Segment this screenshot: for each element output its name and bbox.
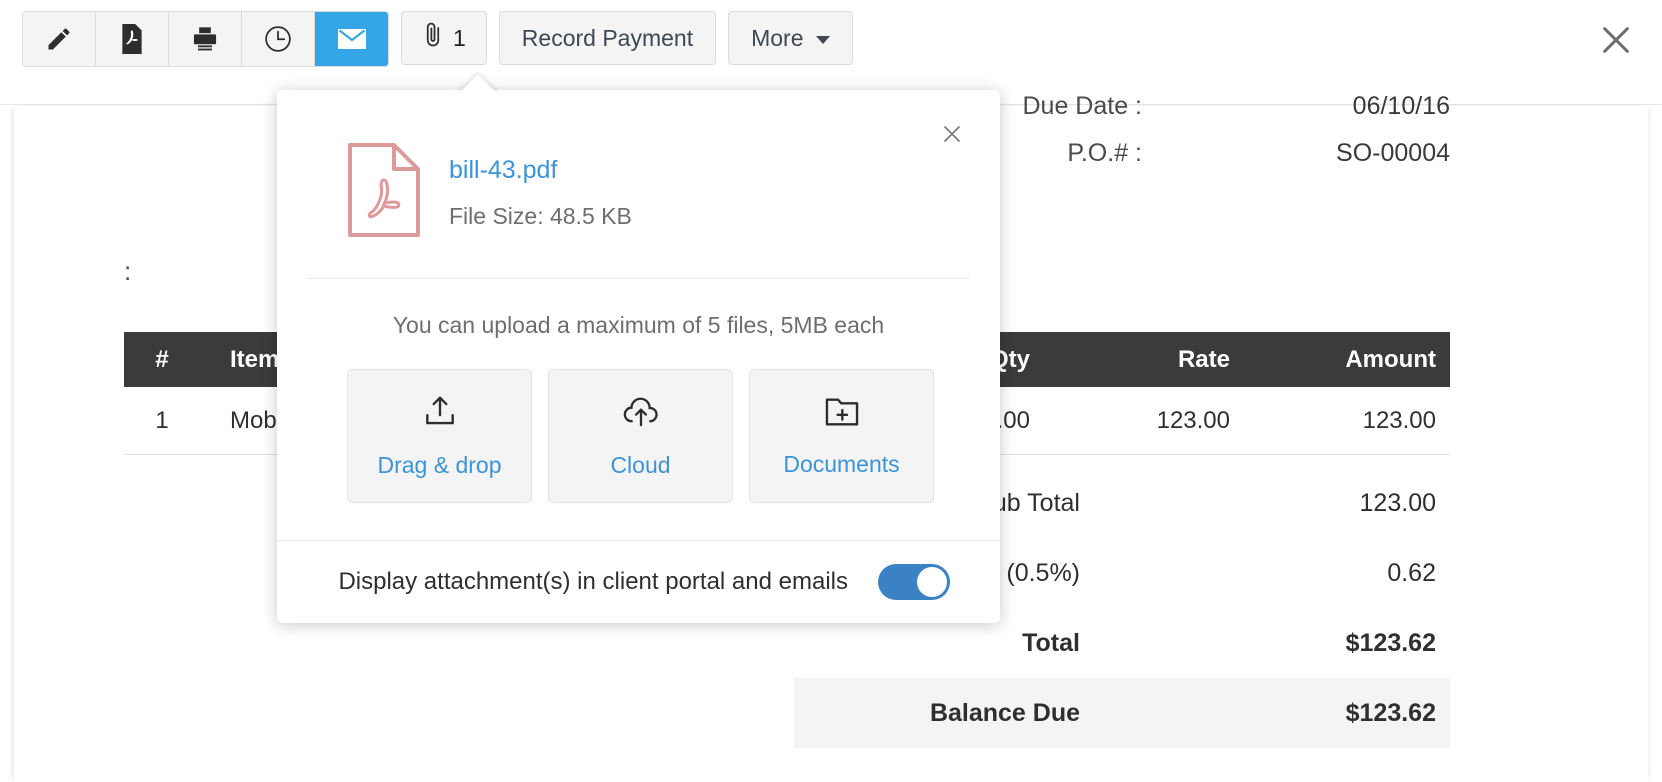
toolbar-icon-group: [22, 11, 389, 67]
totals-row-balance-due: Balance Due $123.62: [794, 678, 1450, 748]
display-attachments-label: Display attachment(s) in client portal a…: [338, 568, 848, 595]
column-header-amount: Amount: [1345, 345, 1436, 373]
pdf-icon: [119, 24, 145, 54]
file-size-label: File Size: 48.5 KB: [449, 203, 632, 229]
chevron-down-icon: [815, 35, 830, 44]
totals-label: Balance Due: [929, 698, 1080, 727]
close-button[interactable]: [1594, 20, 1638, 64]
history-button[interactable]: [242, 12, 315, 66]
cell-number: 1: [155, 406, 169, 434]
totals-label: Total: [1022, 628, 1080, 657]
drag-and-drop-label: Drag & drop: [377, 452, 502, 478]
pdf-file-icon: [347, 142, 421, 243]
meta-value: 06/10/16: [1352, 91, 1450, 120]
record-payment-label: Record Payment: [521, 24, 694, 51]
popover-close-button[interactable]: [936, 120, 968, 152]
totals-value: 0.62: [1387, 558, 1436, 587]
left-meta-colon: :: [124, 256, 132, 286]
toggle-knob: [917, 567, 947, 597]
totals-value: $123.62: [1345, 698, 1436, 727]
attachment-button[interactable]: 1: [401, 11, 487, 65]
print-button[interactable]: [169, 12, 242, 66]
file-meta: bill-43.pdf File Size: 48.5 KB: [449, 142, 632, 230]
popover-footer: Display attachment(s) in client portal a…: [277, 540, 1000, 623]
file-name-link[interactable]: bill-43.pdf: [449, 156, 632, 185]
toolbar-button-groups: 1 Record Payment More: [22, 11, 853, 67]
paperclip-icon: [422, 21, 444, 55]
upload-tray-icon: [421, 393, 459, 436]
cloud-upload-button[interactable]: Cloud: [548, 369, 733, 503]
folder-plus-icon: [823, 394, 861, 435]
upload-options: Drag & drop Cloud Documents: [347, 369, 934, 503]
close-icon: [940, 122, 964, 151]
documents-button[interactable]: Documents: [749, 369, 934, 503]
edit-icon: [45, 25, 73, 53]
more-label: More: [751, 24, 804, 51]
edit-button[interactable]: [23, 12, 96, 66]
pdf-button[interactable]: [96, 12, 169, 66]
record-payment-button[interactable]: Record Payment: [498, 11, 717, 65]
column-header-rate: Rate: [1177, 345, 1230, 373]
cell-amount: 123.00: [1362, 406, 1436, 434]
app-root: 1 Record Payment More : Due Date : 06/10…: [0, 0, 1662, 782]
drag-and-drop-button[interactable]: Drag & drop: [347, 369, 532, 503]
column-header-number: #: [155, 345, 169, 373]
attachment-popover: bill-43.pdf File Size: 48.5 KB You can u…: [277, 90, 1000, 623]
attached-file-item: bill-43.pdf File Size: 48.5 KB: [347, 142, 632, 243]
cloud-label: Cloud: [610, 452, 671, 478]
totals-value: 123.00: [1359, 488, 1436, 517]
popover-divider: [307, 278, 970, 279]
documents-label: Documents: [783, 451, 900, 477]
meta-value: SO-00004: [1336, 138, 1450, 167]
attachment-count: 1: [453, 24, 466, 51]
email-button[interactable]: [315, 12, 388, 66]
display-attachments-toggle[interactable]: [878, 564, 950, 600]
cell-rate: 123.00: [1156, 406, 1230, 434]
clock-icon: [263, 24, 293, 54]
cloud-upload-icon: [621, 393, 661, 436]
totals-value: $123.62: [1345, 628, 1436, 657]
envelope-icon: [337, 27, 367, 51]
more-button[interactable]: More: [728, 11, 853, 65]
upload-limit-hint: You can upload a maximum of 5 files, 5MB…: [392, 312, 885, 338]
close-icon: [1599, 23, 1633, 62]
print-icon: [191, 25, 219, 53]
popover-arrow: [453, 72, 503, 92]
